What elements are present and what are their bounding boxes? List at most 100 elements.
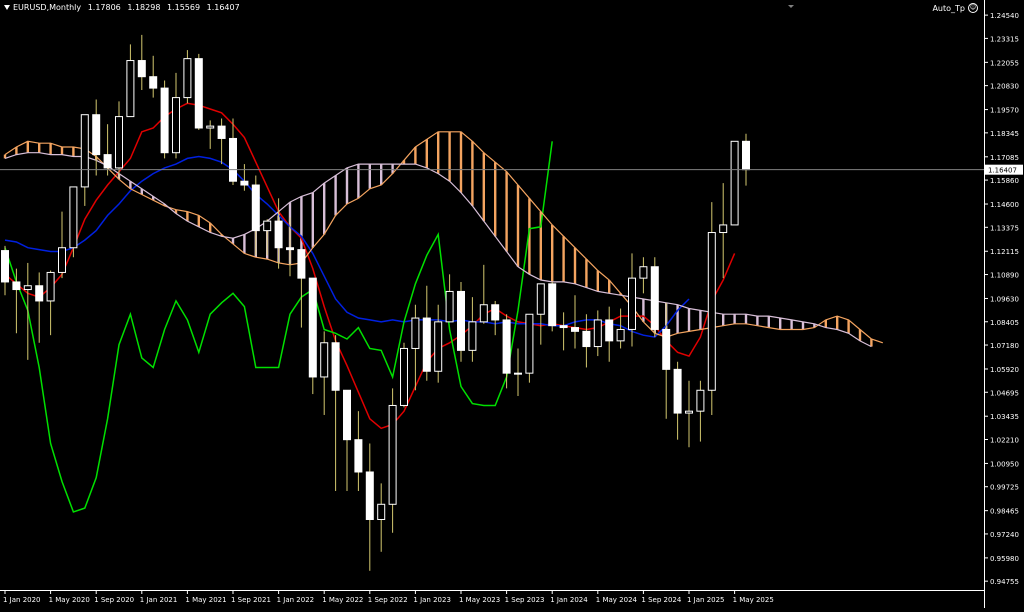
bull-candle-body (388, 404, 397, 505)
bear-candle-body (502, 319, 511, 374)
bull-candle-body (400, 347, 408, 406)
price-tick-label: 0.97240 (990, 531, 1019, 539)
candle (343, 389, 351, 491)
bear-candle-body (217, 125, 226, 139)
candle (388, 388, 397, 533)
time-tick-label: 1 Sep 2021 (231, 596, 271, 604)
bear-candle-body (548, 283, 557, 327)
bull-candle-body (320, 342, 329, 378)
bear-candle-body (92, 114, 101, 156)
bear-candle-body (742, 140, 750, 171)
candle (69, 186, 78, 258)
bull-candle-body (46, 271, 55, 302)
chart-canvas[interactable]: 1.16407 1.24540 1.23315 1.22055 1.20830 1.195… (0, 0, 1024, 608)
price-tick-label: 1.13375 (990, 224, 1019, 232)
expert-advisor-label[interactable]: Auto_Tp ☺ (932, 3, 978, 13)
bull-candle-body (434, 321, 443, 372)
candle (365, 443, 374, 571)
bear-candle-body (297, 249, 306, 279)
candle (58, 211, 66, 279)
price-tick-label: 1.09630 (990, 295, 1019, 303)
time-tick-label: 1 May 2022 (322, 596, 363, 604)
ohlc-low: 1.15569 (166, 3, 201, 12)
candle (491, 300, 500, 336)
bear-candle-body (251, 184, 260, 232)
time-tick-label: 1 May 2020 (49, 596, 90, 604)
symbol-label: EURUSD,Monthly (13, 3, 82, 12)
bear-candle-body (491, 304, 500, 321)
candle (194, 53, 203, 130)
bull-candle-body (479, 304, 488, 323)
ohlc-open: 1.17806 (87, 3, 121, 12)
bear-candle-body (12, 281, 21, 291)
time-tick-label: 1 Sep 2020 (94, 596, 134, 604)
expert-name: Auto_Tp (932, 3, 965, 13)
candle (434, 304, 443, 383)
candle (514, 348, 522, 396)
candle (639, 257, 648, 294)
time-tick-label: 1 Jan 2022 (277, 596, 315, 604)
candle (1, 245, 9, 296)
bear-candle-body (354, 439, 363, 473)
bull-candle-body (685, 410, 693, 414)
price-tick-label: 1.07180 (990, 342, 1019, 350)
senkou_a-line (4, 131, 883, 344)
bear-candle-body (1, 250, 9, 283)
current-price-label: 1.16407 (988, 167, 1017, 175)
candle (263, 219, 272, 256)
time-tick-label: 1 Jan 2020 (3, 596, 41, 604)
price-tick-label: 0.94755 (990, 578, 1019, 586)
price-tick-label: 1.23315 (990, 35, 1019, 43)
price-tick-label: 1.02210 (990, 436, 1019, 444)
candle (479, 264, 488, 324)
bull-candle-body (115, 116, 123, 169)
bull-candle-body (639, 266, 648, 279)
bear-candle-body (149, 76, 158, 89)
candle (536, 283, 545, 345)
time-tick-label: 1 Jan 2023 (413, 596, 451, 604)
bear-candle-body (240, 180, 249, 186)
candle (217, 118, 226, 165)
candle (172, 72, 180, 159)
candles (1, 34, 750, 571)
candle (742, 133, 750, 186)
candle (445, 274, 454, 323)
bull-candle-body (525, 313, 534, 374)
candle (297, 249, 306, 328)
chart-shift-marker-icon[interactable] (788, 5, 794, 8)
candle (251, 175, 260, 256)
price-tick-label: 1.14600 (990, 201, 1019, 209)
candle (240, 164, 249, 191)
bull-candle-body (696, 389, 705, 412)
price-tick-label: 1.05920 (990, 366, 1019, 374)
bull-candle-body (69, 186, 78, 249)
bull-candle-body (183, 58, 192, 99)
candle (730, 140, 739, 226)
candle (525, 313, 534, 383)
candle (92, 99, 101, 176)
candle (80, 114, 89, 206)
candle (422, 285, 431, 381)
bear-candle-body (308, 277, 317, 378)
candle (46, 270, 55, 336)
time-tick-label: 1 May 2023 (459, 596, 500, 604)
price-chart[interactable]: 1.16407 1.24540 1.23315 1.22055 1.20830 1.195… (0, 0, 1024, 608)
bear-candle-body (571, 327, 579, 332)
bull-candle-body (377, 503, 386, 520)
time-tick-label: 1 Sep 2023 (505, 596, 545, 604)
bull-candle-body (445, 290, 454, 323)
chart-header[interactable]: EURUSD,Monthly 1.17806 1.18298 1.15569 1… (4, 3, 244, 12)
candle (331, 335, 340, 491)
bull-candle-body (707, 232, 716, 391)
bear-candle-body (457, 290, 465, 351)
candle (616, 308, 625, 349)
time-tick-label: 1 May 2024 (596, 596, 638, 604)
candle (559, 312, 568, 351)
price-tick-label: 0.98465 (990, 508, 1019, 516)
price-tick-label: 1.19570 (990, 107, 1019, 115)
dropdown-triangle-icon[interactable] (4, 5, 10, 10)
bull-candle-body (80, 114, 89, 188)
candle (206, 120, 215, 149)
candle (377, 483, 386, 552)
time-tick-label: 1 May 2021 (185, 596, 226, 604)
